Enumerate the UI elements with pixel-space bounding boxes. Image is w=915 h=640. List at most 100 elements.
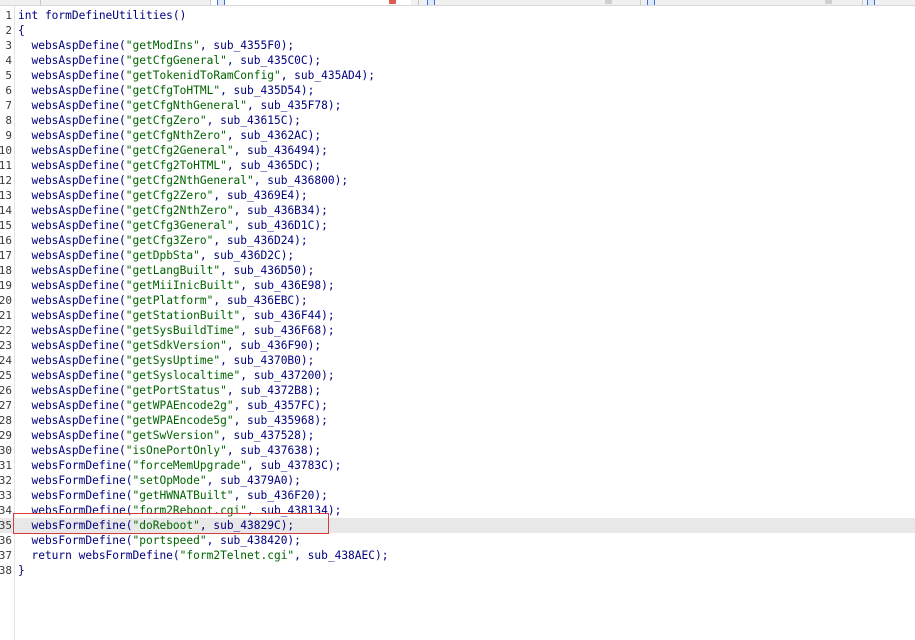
string-literal: "form2Telnet.cgi" [179, 549, 295, 562]
code-line[interactable]: 27 websAspDefine("getWPAEncode2g", sub_4… [0, 398, 915, 413]
code-token: , sub_436E98); [240, 279, 335, 292]
code-token: , sub_43829C); [199, 519, 295, 532]
code-line[interactable]: 15 websAspDefine("getCfg3General", sub_4… [0, 218, 915, 233]
editor-tab[interactable] [40, 0, 211, 5]
tab-close-icon[interactable] [825, 0, 832, 4]
code-text: websAspDefine("getWPAEncode2g", sub_4357… [18, 398, 327, 413]
code-token: , sub_436F68); [240, 324, 335, 337]
code-line[interactable]: 9 websAspDefine("getCfgNthZero", sub_436… [0, 128, 915, 143]
code-line[interactable]: 7 websAspDefine("getCfgNthGeneral", sub_… [0, 98, 915, 113]
code-line[interactable]: 24 websAspDefine("getSysUptime", sub_437… [0, 353, 915, 368]
code-line[interactable]: 1 int formDefineUtilities() [0, 8, 915, 23]
code-line[interactable]: 13 websAspDefine("getCfg2Zero", sub_4369… [0, 188, 915, 203]
string-literal: "getPortStatus" [125, 384, 227, 397]
string-literal: "getCfgToHTML" [125, 84, 221, 97]
code-line[interactable]: 21 websAspDefine("getStationBuilt", sub_… [0, 308, 915, 323]
code-token: , sub_4369E4); [213, 189, 308, 202]
tab-close-icon[interactable] [605, 0, 612, 4]
code-line[interactable]: 29 websAspDefine("getSwVersion", sub_437… [0, 428, 915, 443]
code-line[interactable]: 4 websAspDefine("getCfgGeneral", sub_435… [0, 53, 915, 68]
code-line[interactable]: 25 websAspDefine("getSyslocaltime", sub_… [0, 368, 915, 383]
code-line[interactable]: 11 websAspDefine("getCfg2ToHTML", sub_43… [0, 158, 915, 173]
code-line[interactable]: 19 websAspDefine("getMiiInicBuilt", sub_… [0, 278, 915, 293]
code-line[interactable]: 30 websAspDefine("isOnePortOnly", sub_43… [0, 443, 915, 458]
code-line[interactable]: 37 return websFormDefine("form2Telnet.cg… [0, 548, 915, 563]
code-line[interactable]: 14 websAspDefine("getCfg2NthZero", sub_4… [0, 203, 915, 218]
code-token: websAspDefine( [18, 174, 126, 187]
code-line[interactable]: 12 websAspDefine("getCfg2NthGeneral", su… [0, 173, 915, 188]
code-line[interactable]: 16 websAspDefine("getCfg3Zero", sub_436D… [0, 233, 915, 248]
code-line[interactable]: 10 websAspDefine("getCfg2General", sub_4… [0, 143, 915, 158]
line-number: 4 [5, 54, 12, 67]
tab-close-icon[interactable] [389, 0, 396, 4]
code-text: websAspDefine("getSysBuildTime", sub_436… [18, 323, 335, 338]
string-literal: "getModIns" [125, 39, 200, 52]
code-token: , sub_438AEC); [294, 549, 389, 562]
string-literal: "getTokenidToRamConfig" [125, 69, 281, 82]
line-number: 38 [0, 564, 12, 577]
code-text: websAspDefine("getTokenidToRamConfig", s… [18, 68, 375, 83]
line-number: 6 [5, 84, 12, 97]
string-literal: "getCfg3General" [125, 219, 234, 232]
editor-tab-active[interactable] [210, 0, 411, 5]
code-line[interactable]: 17 websAspDefine("getDpbSta", sub_436D2C… [0, 248, 915, 263]
code-line[interactable]: 2{ [0, 23, 915, 38]
code-line[interactable]: 18 websAspDefine("getLangBuilt", sub_436… [0, 263, 915, 278]
editor-tab[interactable] [418, 0, 639, 5]
code-text: websAspDefine("getCfgGeneral", sub_435C0… [18, 53, 321, 68]
code-token: websAspDefine( [18, 309, 126, 322]
code-text: websAspDefine("getCfgNthZero", sub_4362A… [18, 128, 321, 143]
code-text: websAspDefine("getLangBuilt", sub_436D50… [18, 263, 314, 278]
code-token: websAspDefine( [18, 249, 126, 262]
code-token: websAspDefine( [18, 339, 126, 352]
code-token: websAspDefine( [18, 429, 126, 442]
string-literal: "getMiiInicBuilt" [125, 279, 241, 292]
code-text: websFormDefine("getHWNATBuilt", sub_436F… [18, 488, 327, 503]
string-literal: "forceMemUpgrade" [132, 459, 248, 472]
code-line[interactable]: 34 websFormDefine("form2Reboot.cgi", sub… [0, 503, 915, 518]
code-text: websAspDefine("getCfgZero", sub_43615C); [18, 113, 300, 128]
document-tab-icon [867, 0, 875, 5]
code-line[interactable]: 36 websFormDefine("portspeed", sub_43842… [0, 533, 915, 548]
line-number: 21 [0, 309, 12, 322]
code-line[interactable]: 8 websAspDefine("getCfgZero", sub_43615C… [0, 113, 915, 128]
code-line[interactable]: 38} [0, 563, 915, 578]
code-token: , sub_437200); [240, 369, 335, 382]
code-line[interactable]: 26 websAspDefine("getPortStatus", sub_43… [0, 383, 915, 398]
string-literal: "getSyslocaltime" [125, 369, 241, 382]
string-literal: "getDpbSta" [125, 249, 200, 262]
code-line[interactable]: 5 websAspDefine("getTokenidToRamConfig",… [0, 68, 915, 83]
code-text: websAspDefine("isOnePortOnly", sub_43763… [18, 443, 321, 458]
code-token: , sub_4365DC); [226, 159, 322, 172]
line-number: 27 [0, 399, 12, 412]
line-number: 13 [0, 189, 12, 202]
code-line[interactable]: 33 websFormDefine("getHWNATBuilt", sub_4… [0, 488, 915, 503]
code-token: , sub_436EBC); [213, 294, 308, 307]
line-number: 14 [0, 204, 12, 217]
code-text: websAspDefine("getCfg2ToHTML", sub_4365D… [18, 158, 321, 173]
code-line[interactable]: 3 websAspDefine("getModIns", sub_4355F0)… [0, 38, 915, 53]
code-line[interactable]: 6 websAspDefine("getCfgToHTML", sub_435D… [0, 83, 915, 98]
string-literal: "setOpMode" [132, 474, 207, 487]
editor-tab[interactable] [862, 0, 915, 5]
code-line[interactable]: 23 websAspDefine("getSdkVersion", sub_43… [0, 338, 915, 353]
code-line[interactable]: 28 websAspDefine("getWPAEncode5g", sub_4… [0, 413, 915, 428]
line-number: 10 [0, 144, 12, 157]
code-line[interactable]: 22 websAspDefine("getSysBuildTime", sub_… [0, 323, 915, 338]
code-line[interactable]: 31 websFormDefine("forceMemUpgrade", sub… [0, 458, 915, 473]
line-number: 11 [0, 159, 12, 172]
editor-tab[interactable] [640, 0, 861, 5]
code-token: websFormDefine( [18, 504, 133, 517]
line-number: 37 [0, 549, 12, 562]
string-literal: "getStationBuilt" [125, 309, 241, 322]
code-token: , sub_436D24); [213, 234, 308, 247]
code-token: websAspDefine( [18, 39, 126, 52]
pseudocode-editor[interactable]: 1 int formDefineUtilities() 2{3 websAspDef… [0, 8, 915, 578]
code-line[interactable]: 32 websFormDefine("setOpMode", sub_4379A… [0, 473, 915, 488]
code-text: websFormDefine("doReboot", sub_43829C); [18, 518, 294, 533]
code-line[interactable]: 35 websFormDefine("doReboot", sub_43829C… [0, 518, 915, 533]
code-token: , sub_4362AC); [226, 129, 322, 142]
string-literal: "getSysBuildTime" [125, 324, 241, 337]
document-tab-icon [427, 0, 435, 5]
code-line[interactable]: 20 websAspDefine("getPlatform", sub_436E… [0, 293, 915, 308]
